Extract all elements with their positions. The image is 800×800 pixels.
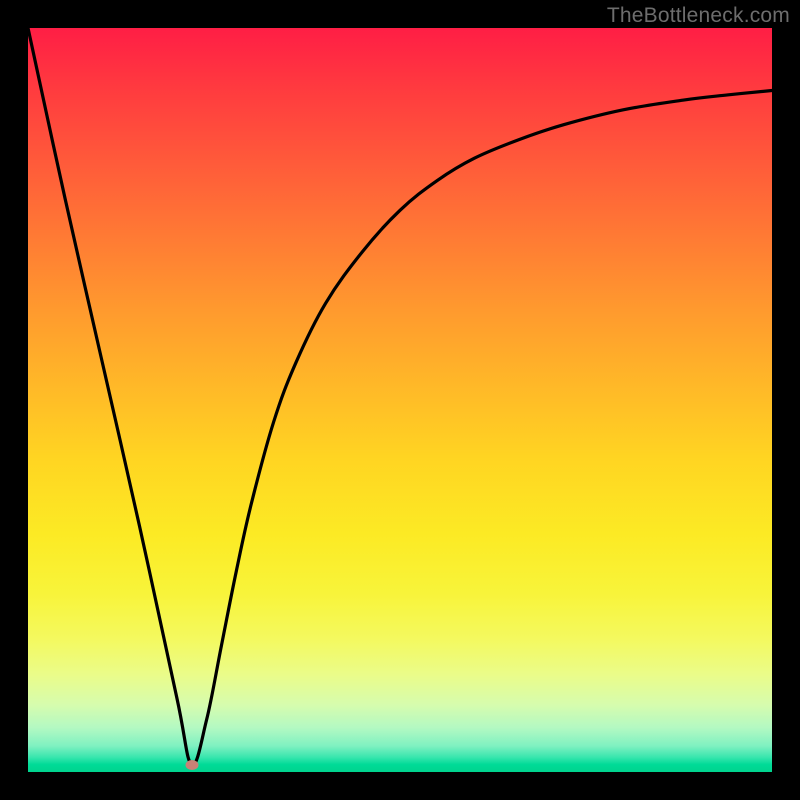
chart-container: TheBottleneck.com [0,0,800,800]
watermark-text: TheBottleneck.com [607,4,790,28]
plot-area [28,28,772,772]
curve-svg [28,28,772,772]
bottleneck-curve [28,28,772,765]
minimum-marker [185,760,198,770]
